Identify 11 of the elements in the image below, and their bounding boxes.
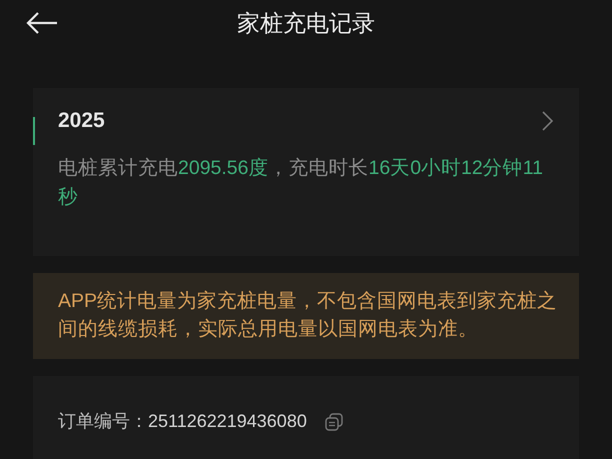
accent-bar (33, 117, 35, 145)
chevron-right-icon[interactable] (542, 110, 554, 131)
year-label: 2025 (58, 108, 105, 134)
page-title: 家桩充电记录 (237, 8, 375, 38)
notice-text: APP统计电量为家充桩电量，不包含国网电表到家充桩之间的线缆损耗，实际总用电量以国网电表为准。 (58, 289, 558, 342)
summary-text: 电桩累计充电2095.56度，充电时长16天0小时12分钟11秒 (58, 156, 544, 210)
copy-icon[interactable] (324, 412, 343, 430)
order-number: 2511262219436080 (148, 410, 307, 433)
order-label: 订单编号： (58, 410, 148, 433)
back-arrow-icon[interactable] (26, 12, 58, 34)
summary-card[interactable]: 2025 电桩累计充电2095.56度，充电时长16天0小时12分钟11秒 (33, 88, 579, 256)
